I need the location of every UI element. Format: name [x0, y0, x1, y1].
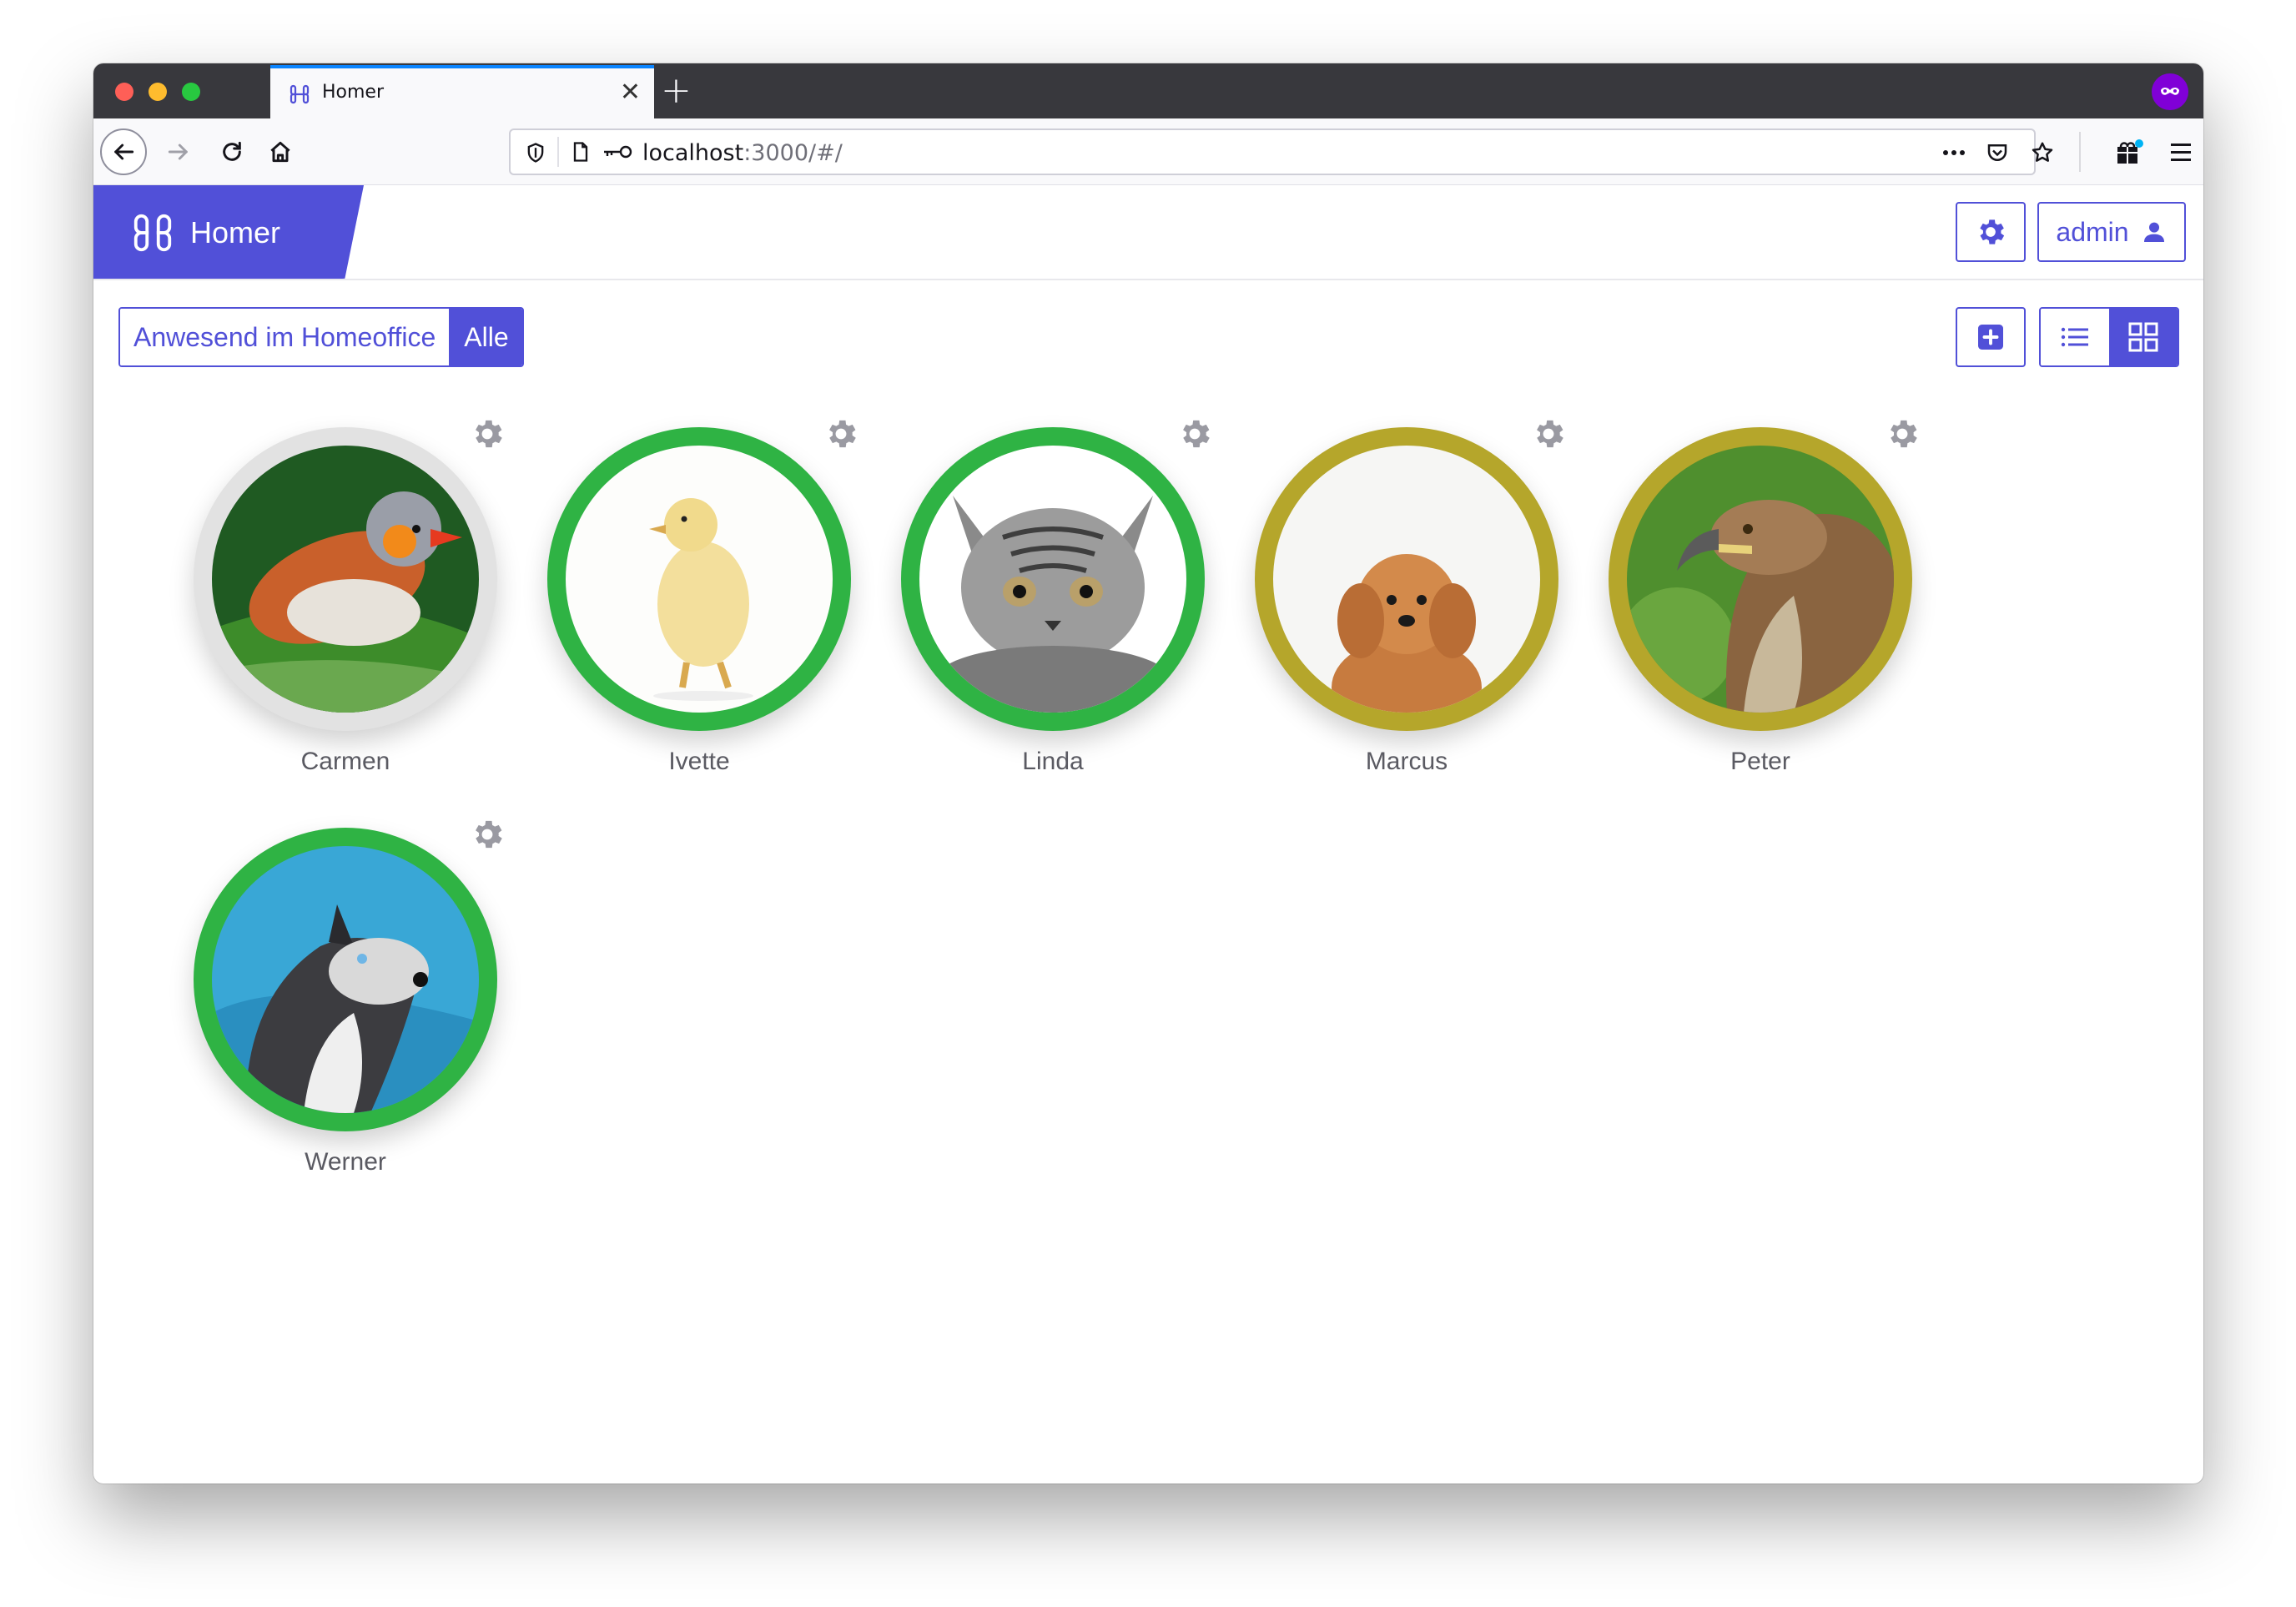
grid-view-button[interactable]	[2109, 309, 2178, 365]
presence-ring	[1255, 427, 1558, 731]
person-name: Peter	[1730, 748, 1790, 775]
cat-photo	[919, 446, 1186, 713]
tracking-protection-shield-icon[interactable]	[524, 140, 547, 169]
navigation-toolbar: localhost:3000/#/	[93, 118, 2203, 185]
list-icon	[2061, 327, 2088, 347]
private-browsing-mask-icon	[2152, 73, 2188, 110]
user-menu-button[interactable]: admin	[2037, 202, 2186, 262]
plus-square-icon	[1978, 325, 2003, 350]
husky-photo	[212, 846, 479, 1113]
brand-logo-block[interactable]: Homer	[93, 185, 364, 279]
presence-ring	[547, 427, 851, 731]
extensions-gift-icon[interactable]	[2112, 135, 2146, 172]
presence-ring	[194, 828, 497, 1131]
arrow-left-icon	[114, 144, 134, 160]
pocket-icon[interactable]	[1984, 140, 2011, 169]
grid-icon	[2128, 322, 2158, 352]
person-name: Ivette	[668, 748, 730, 775]
user-icon	[2143, 222, 2164, 242]
url-path: :3000/#/	[743, 140, 843, 166]
url-bar[interactable]: localhost:3000/#/	[509, 128, 2053, 175]
tab-title: Homer	[322, 82, 385, 103]
person-card[interactable]: Ivette	[497, 406, 856, 789]
browser-tab-homer[interactable]: Homer ✕	[270, 65, 654, 118]
person-name: Linda	[1022, 748, 1084, 775]
app-header: Homer admin	[93, 185, 2203, 280]
person-name: Carmen	[300, 748, 390, 775]
arrow-right-icon	[168, 144, 188, 160]
presence-ring	[901, 427, 1205, 731]
page-info-icon[interactable]	[569, 139, 592, 168]
tab-strip: Homer ✕ +	[93, 63, 2203, 118]
person-settings-gear-icon[interactable]	[1884, 416, 1921, 452]
settings-button[interactable]	[1956, 202, 2026, 262]
back-button[interactable]	[100, 128, 147, 175]
list-view-button[interactable]	[2041, 309, 2109, 365]
person-card[interactable]: Peter	[1558, 406, 1917, 789]
close-window-button[interactable]	[115, 83, 133, 101]
user-menu-label: admin	[2056, 216, 2129, 247]
bookmark-star-icon[interactable]	[2029, 140, 2056, 169]
brand-title: Homer	[190, 215, 281, 249]
browser-window: Homer ✕ + localhost:3000/#/ Homer admin …	[93, 63, 2203, 1484]
bird-photo	[212, 446, 479, 713]
dog-photo	[1273, 446, 1540, 713]
saved-password-key-icon[interactable]	[601, 142, 634, 165]
page-actions-icon[interactable]	[1939, 140, 1969, 169]
home-button[interactable]	[257, 128, 304, 175]
reload-icon	[223, 141, 241, 161]
person-card[interactable]: Linda	[851, 406, 1210, 789]
zoom-window-button[interactable]	[182, 83, 200, 101]
filter-all-button[interactable]: Alle	[451, 309, 522, 365]
forward-button[interactable]	[155, 128, 202, 175]
view-mode-toggle	[2039, 307, 2179, 367]
tab-close-icon[interactable]: ✕	[620, 78, 641, 107]
presence-ring	[194, 427, 497, 731]
hamburger-menu-icon[interactable]	[2166, 135, 2196, 172]
person-card[interactable]: Carmen	[144, 406, 502, 789]
person-card[interactable]: Marcus	[1205, 406, 1563, 789]
eagle-photo	[1627, 446, 1894, 713]
minimize-window-button[interactable]	[149, 83, 167, 101]
toolbar-divider	[2079, 132, 2081, 172]
duckling-photo	[566, 446, 833, 713]
reload-button[interactable]	[209, 128, 255, 175]
homer-favicon-icon	[287, 82, 312, 107]
add-person-button[interactable]	[1956, 307, 2026, 367]
presence-ring	[1609, 427, 1912, 731]
new-tab-button[interactable]: +	[661, 70, 692, 112]
person-name: Marcus	[1365, 748, 1448, 775]
url-separator	[557, 137, 559, 167]
filter-present-button[interactable]: Anwesend im Homeoffice	[120, 309, 451, 365]
homer-logo-icon	[130, 210, 175, 255]
url-host: localhost	[642, 140, 744, 166]
url-text[interactable]: localhost:3000/#/	[642, 140, 843, 166]
home-icon	[270, 141, 290, 163]
gear-icon	[1980, 219, 2005, 244]
person-settings-gear-icon[interactable]	[469, 816, 506, 853]
person-name: Werner	[305, 1148, 386, 1176]
person-card[interactable]: Werner	[144, 806, 502, 1190]
presence-filter-group: Anwesend im Homeoffice Alle	[118, 307, 524, 367]
